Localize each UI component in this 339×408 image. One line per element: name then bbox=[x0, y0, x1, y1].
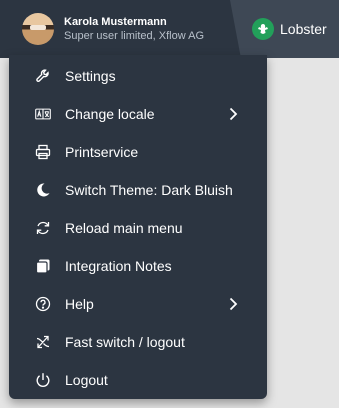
menu-item-label: Fast switch / logout bbox=[65, 334, 185, 350]
menu-item-help[interactable]: Help bbox=[9, 285, 267, 323]
menu-item-change-locale[interactable]: Change locale bbox=[9, 95, 267, 133]
menu-item-settings[interactable]: Settings bbox=[9, 57, 267, 95]
menu-item-integration-notes[interactable]: Integration Notes bbox=[9, 247, 267, 285]
chevron-right-icon bbox=[225, 106, 241, 122]
menu-item-fast-switch-logout[interactable]: Fast switch / logout bbox=[9, 323, 267, 361]
wrench-icon bbox=[35, 68, 51, 84]
chevron-right-icon bbox=[225, 296, 241, 312]
menu-item-label: Logout bbox=[65, 372, 108, 388]
menu-item-printservice[interactable]: Printservice bbox=[9, 133, 267, 171]
menu-item-label: Printservice bbox=[65, 144, 139, 160]
help-icon bbox=[35, 296, 51, 312]
fast-switch-icon bbox=[35, 334, 51, 350]
avatar[interactable] bbox=[22, 13, 54, 45]
top-bar: Karola Mustermann Super user limited, Xf… bbox=[0, 0, 339, 58]
menu-item-label: Reload main menu bbox=[65, 220, 183, 236]
brand: Lobster bbox=[230, 0, 339, 58]
user-menu-toggle[interactable]: Karola Mustermann Super user limited, Xf… bbox=[0, 0, 242, 58]
menu-item-label: Settings bbox=[65, 68, 116, 84]
menu-item-label: Switch Theme: Dark Bluish bbox=[65, 182, 233, 198]
moon-icon bbox=[35, 182, 51, 198]
notes-icon bbox=[35, 258, 51, 274]
menu-item-label: Help bbox=[65, 296, 94, 312]
brand-name: Lobster bbox=[280, 21, 327, 37]
menu-item-reload-main-menu[interactable]: Reload main menu bbox=[9, 209, 267, 247]
printer-icon bbox=[35, 144, 51, 160]
user-role: Super user limited, Xflow AG bbox=[64, 29, 205, 42]
lobster-logo-icon bbox=[252, 18, 274, 40]
user-dropdown-menu: Settings Change locale Printservice Swit… bbox=[9, 55, 267, 399]
menu-item-logout[interactable]: Logout bbox=[9, 361, 267, 399]
menu-item-label: Integration Notes bbox=[65, 258, 172, 274]
menu-item-label: Change locale bbox=[65, 106, 155, 122]
user-name: Karola Mustermann bbox=[64, 15, 167, 28]
user-info: Karola Mustermann Super user limited, Xf… bbox=[64, 16, 204, 43]
reload-icon bbox=[35, 220, 51, 236]
menu-item-switch-theme[interactable]: Switch Theme: Dark Bluish bbox=[9, 171, 267, 209]
app-page: Karola Mustermann Super user limited, Xf… bbox=[0, 0, 339, 408]
locale-icon bbox=[35, 106, 51, 122]
power-icon bbox=[35, 372, 51, 388]
